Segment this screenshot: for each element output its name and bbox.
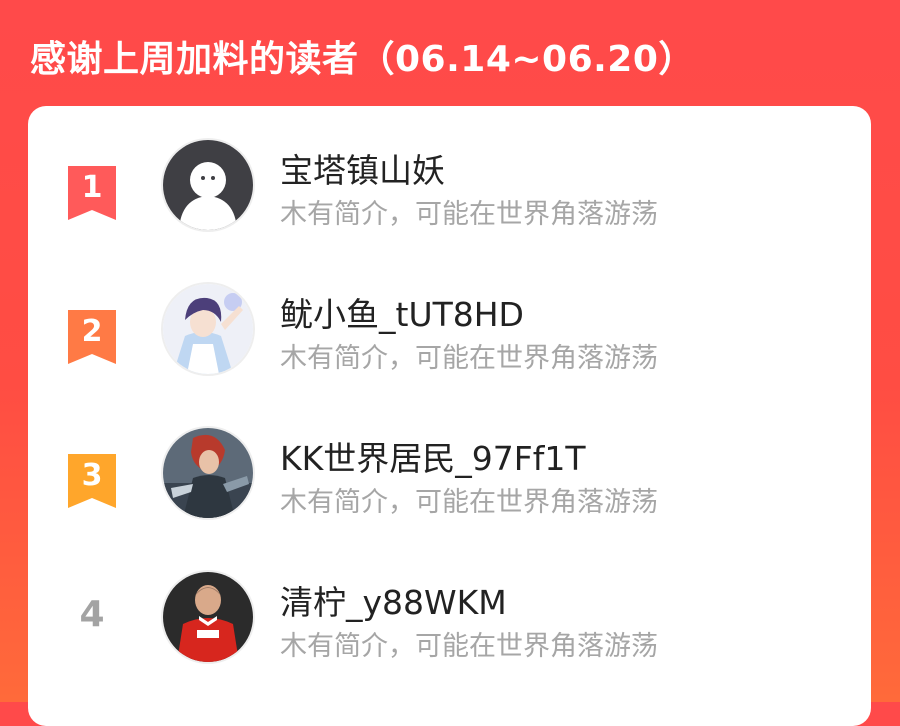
rank-number: 1 bbox=[81, 170, 103, 205]
reader-row-1[interactable]: 1 宝塔镇山妖 木有简介，可能在世界角落游荡 bbox=[28, 136, 871, 256]
anime-warrior-avatar-icon bbox=[163, 428, 253, 518]
avatar[interactable] bbox=[161, 282, 255, 376]
reader-name[interactable]: 清柠_y88WKM bbox=[280, 576, 507, 624]
reader-row-3[interactable]: 3 KK世界居民_97Ff1T 木有简介，可能在世界角落游荡 bbox=[28, 424, 871, 544]
rank-number: 2 bbox=[81, 314, 103, 349]
reader-name[interactable]: KK世界居民_97Ff1T bbox=[280, 432, 586, 480]
reader-bio: 木有简介，可能在世界角落游荡 bbox=[280, 199, 658, 230]
rank-number: 3 bbox=[81, 458, 103, 493]
avatar[interactable] bbox=[161, 426, 255, 520]
anime-boy-avatar-icon bbox=[163, 284, 253, 374]
default-ghost-avatar-icon bbox=[163, 140, 253, 230]
reader-row-4[interactable]: 4 清柠_y88WKM 木有简介，可能在世界角落游荡 bbox=[28, 568, 871, 688]
avatar[interactable] bbox=[161, 570, 255, 664]
rank-2-badge: 2 bbox=[68, 310, 116, 364]
reader-list-card: 1 宝塔镇山妖 木有简介，可能在世界角落游荡 2 鱿小鱼_tUT8HD 木有简介… bbox=[28, 106, 871, 726]
rank-3-badge: 3 bbox=[68, 454, 116, 508]
reader-row-2[interactable]: 2 鱿小鱼_tUT8HD 木有简介，可能在世界角落游荡 bbox=[28, 280, 871, 400]
reader-bio: 木有简介，可能在世界角落游荡 bbox=[280, 343, 658, 374]
football-player-avatar-icon bbox=[163, 572, 253, 662]
page-title: 感谢上周加料的读者（06.14~06.20） bbox=[30, 39, 695, 80]
reader-bio: 木有简介，可能在世界角落游荡 bbox=[280, 631, 658, 662]
reader-name[interactable]: 宝塔镇山妖 bbox=[280, 144, 445, 192]
rank-number: 4 bbox=[79, 594, 105, 635]
rank-1-badge: 1 bbox=[68, 166, 116, 220]
reader-name[interactable]: 鱿小鱼_tUT8HD bbox=[280, 288, 524, 336]
reader-bio: 木有简介，可能在世界角落游荡 bbox=[280, 487, 658, 518]
avatar[interactable] bbox=[161, 138, 255, 232]
